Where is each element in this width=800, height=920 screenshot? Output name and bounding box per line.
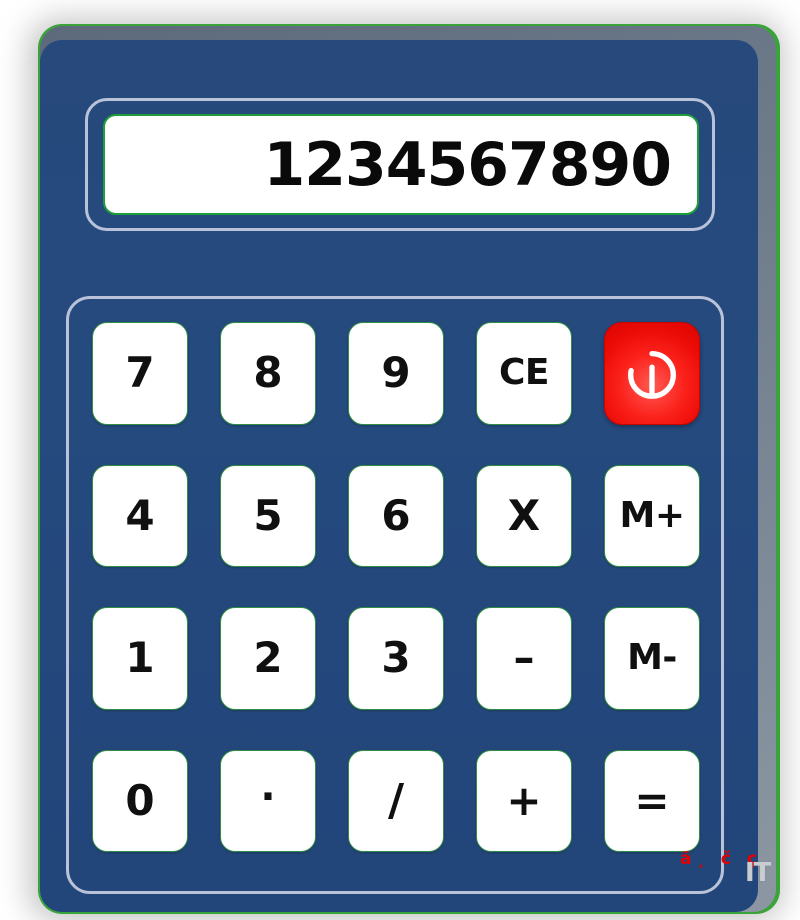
key-clear-label: CE (498, 352, 550, 394)
key-equals[interactable]: = (604, 749, 700, 852)
key-6[interactable]: 6 (348, 464, 444, 567)
key-divide[interactable]: / (348, 749, 444, 852)
key-memory-add-label: M+ (619, 494, 686, 536)
watermark-logo: IT (745, 858, 771, 888)
key-divide-label: / (387, 774, 405, 826)
key-3[interactable]: 3 (348, 607, 444, 710)
key-9-label: 9 (381, 348, 411, 398)
key-3-label: 3 (381, 633, 411, 683)
key-memory-subtract-label: M- (627, 637, 677, 679)
key-6-label: 6 (381, 490, 411, 540)
key-8[interactable]: 8 (220, 322, 316, 425)
key-multiply-label: X (507, 490, 541, 540)
calculator-stage: 1234567890 7 8 9 CE 4 5 6 X M+ 1 2 3– M- 0 · / + = ä¸ č ç… (0, 0, 800, 920)
key-0[interactable]: 0 (92, 749, 188, 852)
key-1-label: 1 (125, 633, 155, 683)
key-2-label: 2 (253, 633, 283, 683)
key-4[interactable]: 4 (92, 464, 188, 567)
key-multiply[interactable]: X (476, 464, 572, 567)
key-clear[interactable]: CE (476, 322, 572, 425)
key-subtract[interactable]: – (476, 607, 572, 710)
key-decimal-label: · (260, 773, 276, 820)
key-add-label: + (506, 775, 542, 825)
keypad-grid: 7 8 9 CE 4 5 6 X M+ 1 2 3 – M- 0 · / + = (92, 322, 700, 852)
key-7-label: 7 (125, 348, 155, 398)
key-4-label: 4 (125, 490, 155, 540)
key-0-label: 0 (125, 775, 155, 825)
key-9[interactable]: 9 (348, 322, 444, 425)
key-add[interactable]: + (476, 749, 572, 852)
key-1[interactable]: 1 (92, 607, 188, 710)
key-power[interactable] (604, 322, 700, 425)
key-memory-add[interactable]: M+ (604, 464, 700, 567)
key-8-label: 8 (253, 348, 283, 398)
key-decimal[interactable]: · (220, 749, 316, 852)
key-memory-subtract[interactable]: M- (604, 607, 700, 710)
key-7[interactable]: 7 (92, 322, 188, 425)
display-value: 1234567890 (263, 129, 672, 200)
key-5[interactable]: 5 (220, 464, 316, 567)
power-icon (621, 342, 683, 404)
key-subtract-label: – (513, 633, 535, 683)
key-5-label: 5 (253, 490, 283, 540)
display-screen[interactable]: 1234567890 (103, 114, 699, 215)
key-2[interactable]: 2 (220, 607, 316, 710)
key-equals-label: = (634, 775, 670, 825)
